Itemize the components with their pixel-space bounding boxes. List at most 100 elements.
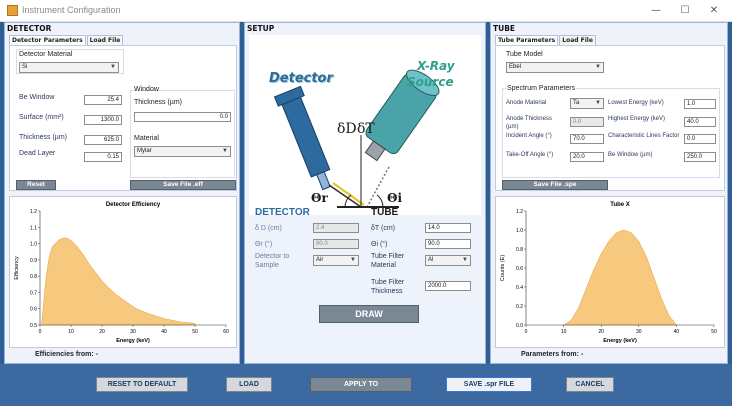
- y-tick-label: 1.2: [516, 209, 523, 215]
- cancel-button[interactable]: CANCEL: [566, 377, 614, 392]
- tab-tube-parameters[interactable]: Tube Parameters: [495, 35, 559, 45]
- window-material-label: Material: [134, 135, 159, 142]
- tube-be-window-label: Be Window (µm): [608, 152, 653, 158]
- save-eff-button[interactable]: Save File .eff: [130, 180, 236, 190]
- reset-to-default-button[interactable]: RESET TO DEFAULT: [96, 377, 188, 392]
- window-thickness-input[interactable]: 0.0: [134, 112, 231, 122]
- minimize-button[interactable]: —: [642, 2, 670, 19]
- x-tick-label: 0: [39, 329, 42, 335]
- x-axis-label: Energy (keV): [116, 338, 150, 344]
- setup-tube-heading: TUBE: [371, 207, 399, 218]
- lowest-energy-input[interactable]: 1.0: [684, 99, 716, 109]
- x-tick-label: 30: [636, 329, 642, 335]
- dead-layer-input[interactable]: 0.15: [84, 152, 122, 162]
- anode-material-label: Anode Material: [506, 100, 547, 106]
- close-button[interactable]: ✕: [700, 2, 728, 19]
- x-tick-label: 50: [711, 329, 717, 335]
- chevron-down-icon: ▼: [110, 64, 116, 70]
- detector-reset-button[interactable]: Reset: [16, 180, 56, 190]
- theta-r-label: Θr: [311, 191, 328, 205]
- maximize-button[interactable]: ☐: [671, 2, 699, 19]
- setup-heading: SETUP: [247, 24, 275, 33]
- chart-title: Tube X: [610, 202, 630, 208]
- tab-detector-parameters[interactable]: Detector Parameters: [9, 35, 86, 45]
- theta-r-input[interactable]: 90.0: [313, 239, 359, 249]
- theta-i-input[interactable]: 90.0: [425, 239, 471, 249]
- tab-detector-load-file[interactable]: Load File: [86, 35, 124, 45]
- chart-title: Detector Efficiency: [106, 202, 161, 208]
- x-tick-label: 60: [223, 329, 229, 335]
- save-spe-button[interactable]: Save File .spe: [502, 180, 608, 190]
- apply-to-button[interactable]: APPLY TO: [310, 377, 412, 392]
- y-tick-label: 1.1: [30, 225, 37, 231]
- x-tick-label: 30: [130, 329, 136, 335]
- window-label: Window: [134, 86, 159, 93]
- y-tick-label: 0.8: [30, 274, 37, 280]
- incident-angle-input[interactable]: 70.0: [570, 134, 604, 144]
- y-tick-label: 0.2: [516, 304, 523, 310]
- char-lines-label: Characteristic Lines Factor: [608, 133, 680, 139]
- delta-d-field-label: δ D (cm): [255, 225, 282, 232]
- detector-snout: [316, 171, 331, 191]
- anode-thickness-input[interactable]: 0.0: [570, 117, 604, 127]
- surface-label: Surface (mm²): [19, 114, 64, 121]
- detector-efficiency-svg: Detector Efficiency 0 10 20 30 40 50 60 1.2 1.1 1.…: [14, 202, 229, 344]
- tube-filter-thk-label-2: Thickness: [371, 288, 403, 295]
- y-tick-label: 0.0: [516, 323, 523, 329]
- takeoff-angle-input[interactable]: 20.0: [570, 152, 604, 162]
- tube-filter-thk-label-1: Tube Filter: [371, 279, 405, 286]
- theta-i-field-label: Θi (°): [371, 241, 388, 248]
- tube-spectrum-chart: Tube X 0 10 20 30 40 50 1.2 1.0 0.8 0.6 0.4 0.2 0.0 En…: [495, 196, 725, 348]
- tube-filter-mat-label-1: Tube Filter: [371, 253, 405, 260]
- tube-be-window-input[interactable]: 250.0: [684, 152, 716, 162]
- save-spr-file-button[interactable]: SAVE .spr FILE: [446, 377, 532, 392]
- detector-body: [279, 92, 331, 178]
- tube-heading: TUBE: [493, 24, 516, 33]
- x-tick-label: 40: [674, 329, 680, 335]
- tab-tube-load-file[interactable]: Load File: [559, 35, 596, 45]
- tube-filter-thickness-input[interactable]: 2000.0: [425, 281, 471, 291]
- be-window-input[interactable]: 25.4: [84, 95, 122, 105]
- char-lines-input[interactable]: 0.0: [684, 134, 716, 144]
- chevron-down-icon: ▼: [462, 257, 468, 263]
- y-tick-label: 0.6: [30, 307, 37, 313]
- setup-diagram: Detector X-Ray Source δD δT Θr Θi: [249, 35, 481, 215]
- anode-material-select[interactable]: Ta ▼: [570, 98, 604, 109]
- window-thickness-label: Thickness (µm): [134, 99, 182, 106]
- draw-button[interactable]: DRAW: [319, 305, 419, 323]
- detector-caption: Detector: [269, 71, 333, 86]
- y-tick-label: 0.8: [516, 247, 523, 253]
- detector-panel: DETECTOR Detector Parameters Load File De…: [4, 22, 240, 364]
- det-sample-label-1: Detector to: [255, 253, 290, 260]
- det-sample-select[interactable]: Air ▼: [313, 255, 359, 266]
- load-button[interactable]: LOAD: [226, 377, 272, 392]
- thickness-input[interactable]: 625.0: [84, 135, 122, 145]
- takeoff-angle-label: Take-Off Angle (°): [506, 152, 554, 158]
- incident-angle-label: Incident Angle (°): [506, 133, 552, 139]
- chevron-down-icon: ▼: [595, 100, 601, 106]
- window-material-select[interactable]: Mylar ▼: [134, 146, 231, 157]
- anode-thickness-label-1: Anode Thickness: [506, 116, 552, 122]
- delta-t-field-label: δT (cm): [371, 225, 395, 232]
- thickness-label: Thickness (µm): [19, 134, 67, 141]
- y-tick-label: 1.2: [30, 209, 37, 215]
- y-tick-label: 1.0: [516, 228, 523, 234]
- theta-i-arc: [376, 194, 384, 208]
- detector-efficiency-chart: Detector Efficiency 0 10 20 30 40 50 60 1.2 1.1 1.…: [9, 196, 237, 348]
- highest-energy-input[interactable]: 40.0: [684, 117, 716, 127]
- xray-caption-1: X-Ray: [417, 59, 455, 73]
- x-tick-label: 50: [192, 329, 198, 335]
- det-sample-label-2: Sample: [255, 262, 279, 269]
- surface-input[interactable]: 1300.0: [84, 115, 122, 125]
- delta-t-input[interactable]: 14.0: [425, 223, 471, 233]
- tube-model-select[interactable]: Ebel ▼: [506, 62, 604, 73]
- spectrum-params-label: Spectrum Parameters: [506, 85, 577, 92]
- x-tick-label: 0: [525, 329, 528, 335]
- tube-filter-material-select[interactable]: Al ▼: [425, 255, 471, 266]
- lowest-energy-label: Lowest Energy (keV): [608, 100, 664, 106]
- delta-d-input[interactable]: 2.4: [313, 223, 359, 233]
- parameters-from-label: Parameters from: -: [521, 351, 584, 358]
- chevron-down-icon: ▼: [222, 148, 228, 154]
- y-tick-label: 0.7: [30, 290, 37, 296]
- detector-material-select[interactable]: Si ▼: [19, 62, 119, 73]
